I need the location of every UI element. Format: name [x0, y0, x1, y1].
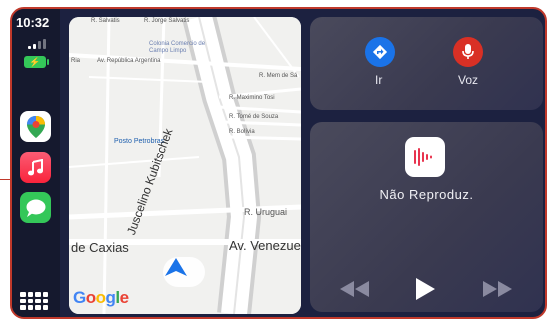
- street-label: Av. Venezuel: [229, 238, 301, 253]
- shortcuts-panel: Ir Voz: [310, 17, 543, 110]
- previous-track-icon[interactable]: [338, 280, 372, 298]
- street-label: R. Jorge Salvatis: [144, 18, 190, 24]
- app-grid-icon[interactable]: [20, 292, 48, 310]
- street-label: R. Mem de Sá: [259, 73, 298, 79]
- street-label: R. Tomé de Souza: [229, 114, 279, 120]
- street-label: Av. República Argentina: [97, 58, 161, 64]
- street-label: de Caxias: [71, 240, 129, 255]
- directions-button[interactable]: [365, 37, 395, 67]
- next-track-icon[interactable]: [480, 280, 514, 298]
- now-playing-panel: Não Reproduz.: [310, 122, 543, 312]
- audio-waveform-icon: [405, 137, 445, 177]
- cellular-signal-icon: [28, 39, 48, 49]
- voice-label: Voz: [458, 73, 479, 87]
- street-label: R. Bolívia: [229, 129, 255, 135]
- street-label: R. Salvatis: [91, 18, 120, 24]
- google-logo: Google: [73, 288, 129, 307]
- music-app-icon[interactable]: [20, 152, 51, 183]
- map-view[interactable]: R. Salvatis R. Jorge Salvatis Colonia Co…: [69, 17, 301, 314]
- navigation-arrow-icon[interactable]: [163, 257, 205, 287]
- status-time: 10:32: [16, 15, 50, 30]
- street-label: Ria: [71, 58, 81, 64]
- street-label: R. Maximino Tosi: [229, 95, 275, 101]
- voice-button[interactable]: [453, 37, 483, 67]
- place-label: Colonia Comercio de Campo Limpo: [149, 41, 206, 54]
- directions-label: Ir: [375, 73, 383, 87]
- sidebar: 10:32 ⚡: [12, 9, 60, 317]
- now-playing-status: Não Reproduz.: [379, 187, 474, 202]
- directions-icon: [372, 44, 388, 60]
- messages-app-icon[interactable]: [20, 192, 51, 223]
- battery-charging-icon: ⚡: [24, 56, 49, 68]
- street-label: R. Uruguai: [244, 207, 288, 217]
- play-icon[interactable]: [413, 276, 437, 302]
- maps-app-icon[interactable]: [20, 111, 51, 142]
- microphone-icon: [462, 44, 474, 59]
- carplay-screen: 10:32 ⚡ R. Salvatis R. Jorge Salvatis Co…: [10, 7, 547, 319]
